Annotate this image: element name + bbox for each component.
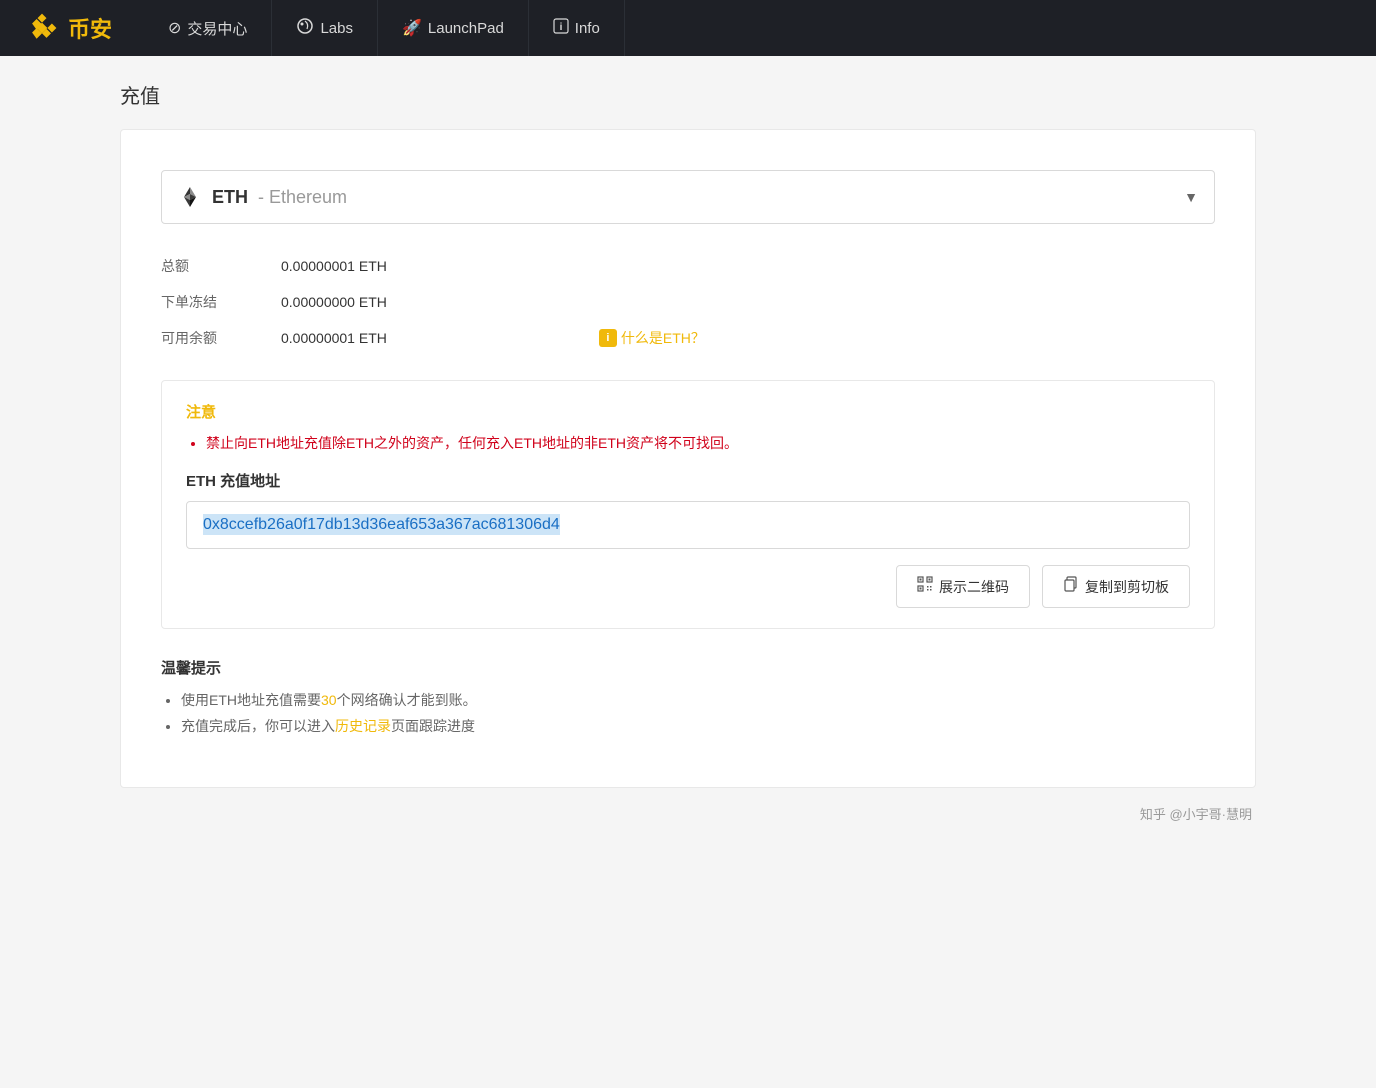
watermark: 知乎 @小宇哥·慧明 [120,804,1256,823]
svg-text:i: i [559,22,562,33]
coin-selector[interactable]: ETH - Ethereum ▼ [161,170,1215,224]
balance-value-0: 0.00000001 ETH [281,248,1215,284]
show-qr-button[interactable]: 展示二维码 [896,565,1030,608]
chevron-down-icon: ▼ [1184,189,1198,205]
nav-item-trading[interactable]: ⊘ 交易中心 [144,0,272,56]
balance-value-1: 0.00000000 ETH [281,284,1215,320]
labs-icon [296,17,314,40]
binance-logo-icon [24,10,60,46]
tips-list: 使用ETH地址充值需要30个网络确认才能到账。 充值完成后，你可以进入历史记录页… [161,688,1215,738]
notice-title: 注意 [186,401,1190,422]
navbar: 币安 ⊘ 交易中心 Labs 🚀 LaunchPad i Info [0,0,1376,56]
copy-svg-icon [1063,576,1079,592]
trading-icon: ⊘ [168,18,181,38]
balance-label-0: 总额 [161,248,281,284]
tips-item-1-after: 页面跟踪进度 [391,718,475,734]
coin-symbol: ETH [212,187,248,208]
copy-label: 复制到剪切板 [1085,577,1169,597]
notice-list: 禁止向ETH地址充值除ETH之外的资产，任何充入ETH地址的非ETH资产将不可找… [186,432,1190,454]
coin-fullname: - Ethereum [258,187,347,208]
what-is-eth-label: 什么是ETH？ [621,328,705,348]
labs-svg-icon [296,17,314,35]
nav-label-info: Info [575,20,600,37]
nav-label-launchpad: LaunchPad [428,20,504,37]
address-section-label: ETH 充值地址 [186,470,1190,491]
balance-value-2: 0.00000001 ETH i 什么是ETH？ [281,320,1215,356]
main-card: ETH - Ethereum ▼ 总额 0.00000001 ETH 下单冻结 … [120,129,1256,788]
tips-item-0: 使用ETH地址充值需要30个网络确认才能到账。 [181,688,1215,713]
tips-item-1-before: 充值完成后，你可以进入 [181,718,335,734]
eth-address[interactable]: 0x8ccefb26a0f17db13d36eaf653a367ac681306… [203,514,560,535]
launchpad-icon: 🚀 [402,18,422,38]
info-icon: i [553,18,569,39]
info-svg-icon: i [553,18,569,34]
nav-item-info[interactable]: i Info [529,0,625,56]
balance-table: 总额 0.00000001 ETH 下单冻结 0.00000000 ETH 可用… [161,248,1215,356]
address-box: 0x8ccefb26a0f17db13d36eaf653a367ac681306… [186,501,1190,549]
brand-name: 币安 [68,12,112,44]
balance-label-2: 可用余额 [161,320,281,356]
nav-item-launchpad[interactable]: 🚀 LaunchPad [378,0,529,56]
page-title: 充值 [120,80,1256,109]
tips-item-0-after: 个网络确认才能到账。 [337,692,477,708]
copy-address-button[interactable]: 复制到剪切板 [1042,565,1190,608]
page-container: 充值 ETH - Ethereum ▼ 总额 0.000 [88,56,1288,847]
brand-logo[interactable]: 币安 [24,10,112,46]
history-link[interactable]: 历史记录 [335,718,391,734]
nav-label-trading: 交易中心 [187,18,247,39]
show-qr-label: 展示二维码 [939,577,1009,597]
eth-logo-icon [178,185,202,209]
tips-item-1: 充值完成后，你可以进入历史记录页面跟踪进度 [181,714,1215,739]
tips-item-0-before: 使用ETH地址充值需要 [181,692,321,708]
tips-item-0-highlight: 30 [321,692,337,708]
tips-section: 温馨提示 使用ETH地址充值需要30个网络确认才能到账。 充值完成后，你可以进入… [161,657,1215,738]
nav-item-labs[interactable]: Labs [272,0,378,56]
address-buttons: 展示二维码 复制到剪切板 [186,565,1190,608]
nav-label-labs: Labs [320,20,353,37]
what-is-eth-icon: i [599,329,617,347]
balance-label-1: 下单冻结 [161,284,281,320]
coin-selector-left: ETH - Ethereum [178,185,347,209]
notice-item-0: 禁止向ETH地址充值除ETH之外的资产，任何充入ETH地址的非ETH资产将不可找… [206,432,1190,454]
notice-box: 注意 禁止向ETH地址充值除ETH之外的资产，任何充入ETH地址的非ETH资产将… [161,380,1215,629]
what-is-eth-link[interactable]: i 什么是ETH？ [599,328,705,348]
copy-icon [1063,576,1079,597]
qr-svg-icon [917,576,933,592]
tips-title: 温馨提示 [161,657,1215,678]
qr-icon [917,576,933,597]
